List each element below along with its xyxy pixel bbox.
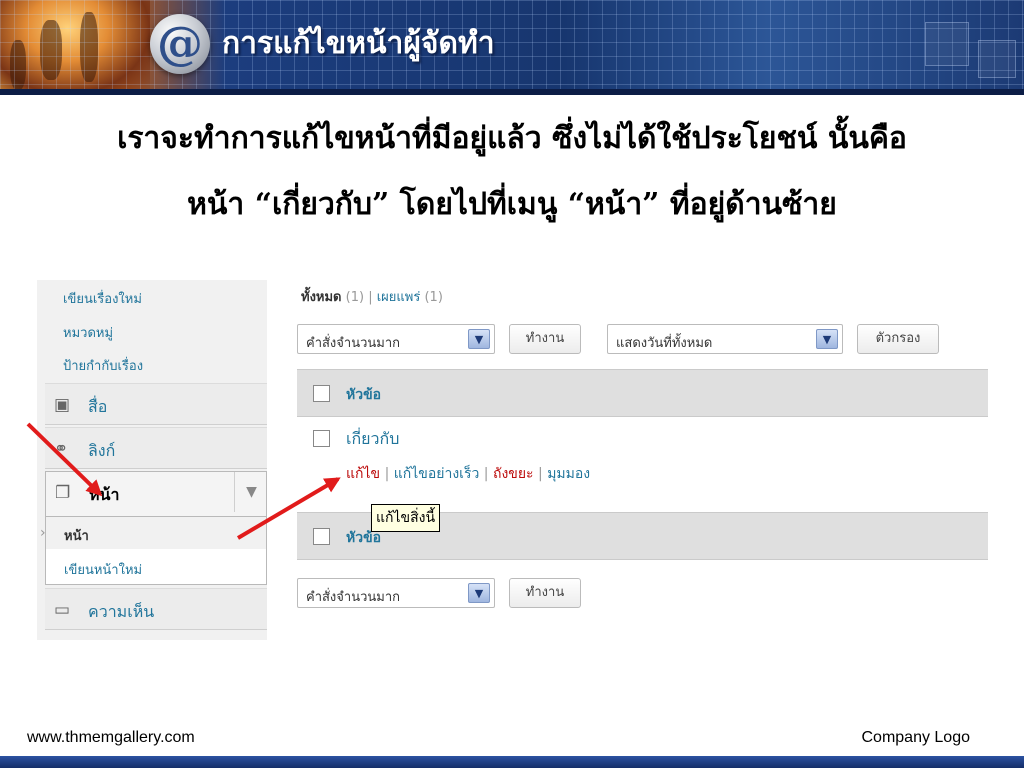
chevron-down-icon: ▼: [816, 329, 838, 349]
edit-tooltip: แก้ไขสิ่งนี้: [371, 504, 441, 532]
body-line-2: หน้า “เกี่ยวกับ” โดยไปที่เมนู “หน้า” ที่…: [187, 187, 837, 222]
page-title-link[interactable]: เกี่ยวกับ: [346, 427, 399, 452]
at-sign-logo-icon: @: [150, 14, 210, 74]
sidebar-item-media[interactable]: ▣ สื่อ: [45, 383, 267, 425]
chevron-down-icon: ▼: [468, 583, 490, 603]
sidebar-item-label: ลิงก์: [88, 441, 116, 460]
media-icon: ▣: [54, 395, 71, 415]
sidebar-item-comments[interactable]: ▭ ความเห็น: [45, 588, 267, 630]
sidebar-item-label: ความเห็น: [88, 602, 155, 621]
chevron-down-icon: ▼: [468, 329, 490, 349]
submenu-item-label: หน้า: [64, 529, 89, 544]
sidebar-item-pages[interactable]: ❐ หน้า ▼: [45, 471, 267, 517]
select-all-checkbox[interactable]: [313, 528, 330, 545]
column-title[interactable]: หัวข้อ: [346, 384, 381, 406]
quick-edit-link[interactable]: แก้ไขอย่างเร็ว: [394, 466, 480, 482]
sidebar-item-label: หน้า: [89, 485, 120, 504]
slide-title: การแก้ไขหน้าผู้จัดทำ: [222, 26, 495, 61]
row-checkbox[interactable]: [313, 430, 330, 447]
submenu-item-new-page[interactable]: เขียนหน้าใหม่: [64, 559, 142, 580]
submenu-item-pages[interactable]: › หน้า: [40, 517, 266, 549]
bulk-actions-select[interactable]: คำสั่งจำนวนมาก ▼: [297, 324, 495, 354]
row-actions: แก้ไข | แก้ไขอย่างเร็ว | ถังขยะ | มุมมอง: [346, 463, 590, 485]
wordpress-screenshot: เขียนเรื่องใหม่ หมวดหมู่ ป้ายกำกับเรื่อง…: [37, 280, 988, 640]
apply-button-bottom[interactable]: ทำงาน: [509, 578, 581, 608]
action-separator: |: [483, 466, 489, 482]
filter-all-count: (1): [345, 290, 365, 305]
apply-button[interactable]: ทำงาน: [509, 324, 581, 354]
body-line-1: เราจะทำการแก้ไขหน้าที่มีอยู่แล้ว ซึ่งไม่…: [117, 121, 907, 156]
select-value: คำสั่งจำนวนมาก: [306, 336, 401, 351]
table-header: หัวข้อ: [297, 369, 988, 417]
action-separator: |: [538, 466, 543, 482]
header-decoration: [978, 40, 1016, 78]
pages-submenu: › หน้า เขียนหน้าใหม่: [40, 517, 267, 585]
filter-separator: |: [368, 290, 373, 305]
select-value: แสดงวันที่ทั้งหมด: [616, 336, 713, 351]
sidebar-link-categories[interactable]: หมวดหมู่: [63, 322, 113, 343]
link-icon: ⚭: [54, 439, 69, 459]
admin-sidebar: เขียนเรื่องใหม่ หมวดหมู่ ป้ายกำกับเรื่อง…: [37, 280, 267, 640]
header-decoration: [925, 22, 969, 66]
select-all-checkbox[interactable]: [313, 385, 330, 402]
sidebar-item-links[interactable]: ⚭ ลิงก์: [45, 427, 267, 469]
filter-all[interactable]: ทั้งหมด: [301, 290, 342, 305]
slide-body-text: เราจะทำการแก้ไขหน้าที่มีอยู่แล้ว ซึ่งไม่…: [20, 106, 1004, 238]
select-value: คำสั่งจำนวนมาก: [306, 590, 401, 605]
pages-toggle-icon[interactable]: ▼: [234, 472, 268, 512]
footer-url: www.thmemgallery.com: [27, 729, 195, 746]
date-filter-select[interactable]: แสดงวันที่ทั้งหมด ▼: [607, 324, 843, 354]
action-separator: |: [384, 466, 390, 482]
sidebar-link-tags[interactable]: ป้ายกำกับเรื่อง: [63, 355, 143, 376]
sidebar-link-new-post[interactable]: เขียนเรื่องใหม่: [63, 288, 142, 309]
trash-link[interactable]: ถังขยะ: [493, 466, 534, 482]
edit-link[interactable]: แก้ไข: [346, 466, 380, 482]
current-caret-icon: ›: [40, 525, 46, 541]
pages-icon: ❐: [55, 483, 71, 503]
filter-published-count: (1): [424, 290, 443, 305]
bulk-actions-select-bottom[interactable]: คำสั่งจำนวนมาก ▼: [297, 578, 495, 608]
footer-company-logo: Company Logo: [861, 729, 970, 746]
view-link[interactable]: มุมมอง: [547, 466, 590, 482]
filter-button[interactable]: ตัวกรอง: [857, 324, 939, 354]
pages-list-panel: ทั้งหมด (1) | เผยแพร่ (1) คำสั่งจำนวนมาก…: [297, 280, 988, 640]
filter-published[interactable]: เผยแพร่: [377, 290, 421, 305]
header-stripe: [0, 89, 1024, 95]
sidebar-item-label: สื่อ: [88, 397, 108, 416]
comment-icon: ▭: [54, 600, 71, 620]
footer-bar: [0, 756, 1024, 768]
status-filters: ทั้งหมด (1) | เผยแพร่ (1): [301, 286, 443, 307]
